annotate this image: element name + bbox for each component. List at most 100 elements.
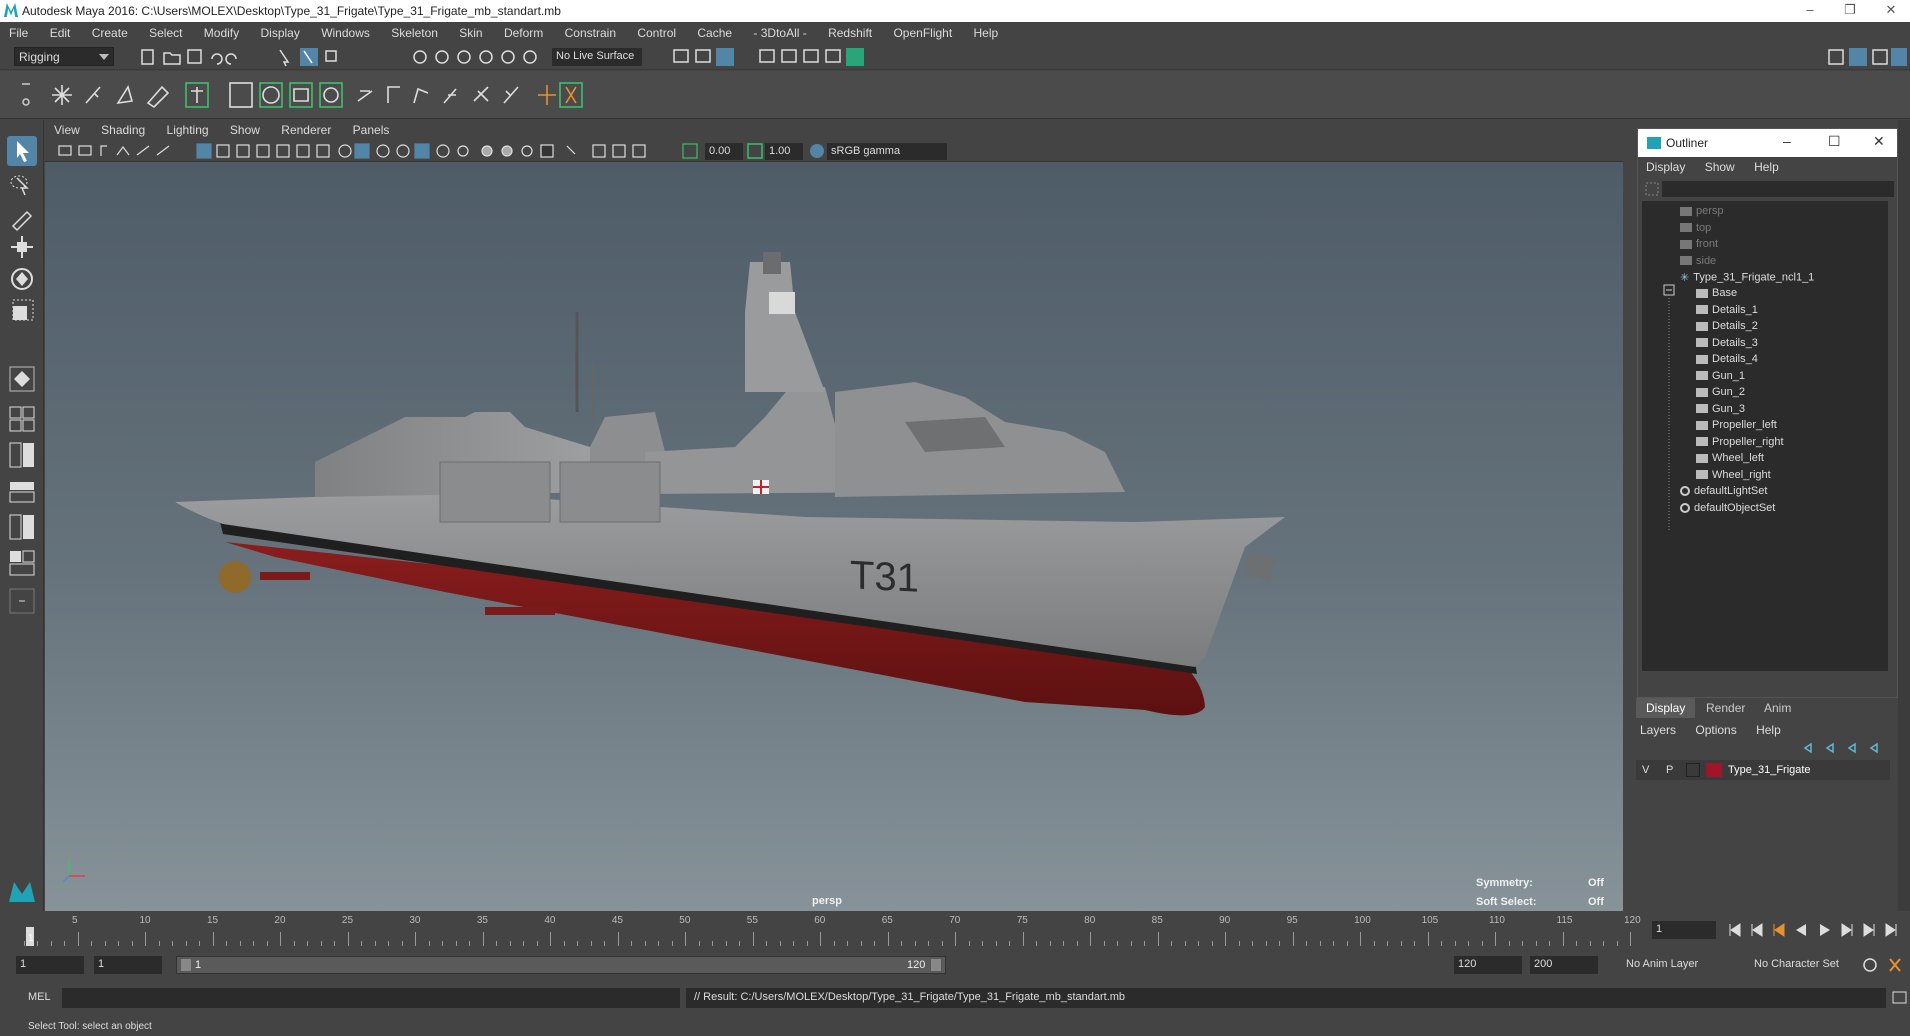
range-slider[interactable]: 1 120 [176,956,946,974]
layer-row[interactable]: V P Type_31_Frigate [1636,760,1890,780]
menu-select[interactable]: Select [140,22,191,40]
layout-single-button[interactable] [7,404,37,434]
outliner-maximize-button[interactable]: ☐ [1828,133,1841,150]
menu-display[interactable]: Display [251,22,308,40]
current-frame-field[interactable]: 1 [1652,921,1716,939]
time-slider[interactable]: 1 5 10 15 20 25 30 35 40 45 50 55 60 65 70 75 80 85 90 95 1… [20,913,1642,946]
layer-action-icons[interactable] [1797,740,1887,756]
layer-color-swatch[interactable] [1706,763,1722,777]
menu-3dtoall[interactable]: - 3DtoAll - [744,22,815,40]
move-tool-button[interactable] [7,232,37,262]
menu-file[interactable]: File [0,22,37,40]
outliner-close-button[interactable]: ✕ [1873,133,1885,150]
outliner-item-details_1[interactable]: Details_1 [1696,304,1758,322]
menu-windows[interactable]: Windows [312,22,379,40]
menu-skeleton[interactable]: Skeleton [382,22,447,40]
paint-select-tool-button[interactable] [7,202,37,232]
outliner-menu-show[interactable]: Show [1697,157,1743,174]
start-time-field[interactable]: 1 [16,956,84,974]
viewport-menu-show[interactable]: Show [221,120,269,137]
gamma-field[interactable]: 1.00 [765,143,803,160]
outliner-item-wheel_left[interactable]: Wheel_left [1696,452,1764,470]
outliner-camera-front[interactable]: front [1680,238,1718,256]
snap-tools-icons[interactable] [410,47,545,67]
channel-box-tab-strip[interactable] [1898,120,1910,911]
outliner-search-input[interactable] [1662,181,1894,197]
range-start-handle[interactable] [181,959,191,971]
anim-layer-dropdown[interactable]: No Anim Layer [1620,956,1740,974]
outliner-item-details_4[interactable]: Details_4 [1696,353,1758,371]
color-space-dropdown[interactable]: sRGB gamma [827,143,947,160]
layer-visibility-toggle[interactable]: V [1642,764,1649,776]
outliner-camera-side[interactable]: side [1680,255,1716,273]
menu-openflight[interactable]: OpenFlight [884,22,961,40]
menu-create[interactable]: Create [83,22,137,40]
workspace-icons[interactable] [1825,47,1910,67]
select-tool-button[interactable] [7,136,37,166]
layer-tab-display[interactable]: Display [1636,698,1696,718]
scale-tool-button[interactable] [7,296,37,326]
outliner-minimize-button[interactable]: – [1783,133,1791,149]
outliner-set-defaultLightSet[interactable]: defaultLightSet [1680,485,1767,503]
outliner-item-wheel_right[interactable]: Wheel_right [1696,469,1771,487]
layer-menu-options[interactable]: Options [1687,718,1744,737]
layer-playback-toggle[interactable]: P [1666,764,1673,776]
render-tools-icons[interactable] [670,46,880,68]
outliner-item-details_2[interactable]: Details_2 [1696,320,1758,338]
perspective-viewport[interactable]: T31 persp Symmetry: Off Soft Select: Off [45,162,1623,911]
outliner-item-gun_3[interactable]: Gun_3 [1696,403,1745,421]
layout-more-button[interactable] [7,586,37,616]
viewport-menu-view[interactable]: View [45,120,89,137]
outliner-item-propeller_left[interactable]: Propeller_left [1696,419,1777,437]
layout-graph-button[interactable] [7,512,37,542]
layout-outliner-button[interactable] [7,476,37,506]
shelf-settings-icon[interactable] [20,76,32,114]
outliner-item-base[interactable]: Base [1696,287,1737,305]
command-input[interactable] [62,988,680,1008]
outliner-camera-top[interactable]: top [1680,222,1711,240]
script-editor-icon[interactable] [1892,991,1908,1005]
outliner-item-gun_1[interactable]: Gun_1 [1696,370,1745,388]
layer-name[interactable]: Type_31_Frigate [1728,764,1811,776]
outliner-item-propeller_right[interactable]: Propeller_right [1696,436,1784,454]
close-button[interactable]: ✕ [1876,2,1906,20]
viewport-menu-lighting[interactable]: Lighting [158,120,218,137]
layer-menu-layers[interactable]: Layers [1632,718,1684,737]
menu-modify[interactable]: Modify [195,22,248,40]
lasso-tool-button[interactable] [7,170,37,200]
playback-start-field[interactable]: 1 [94,956,162,974]
outliner-menu-help[interactable]: Help [1746,157,1787,174]
menu-help[interactable]: Help [965,22,1008,40]
layer-menu-help[interactable]: Help [1748,718,1789,737]
playback-end-field[interactable]: 120 [1454,956,1522,974]
outliner-set-defaultObjectSet[interactable]: defaultObjectSet [1680,502,1775,520]
live-surface-field[interactable]: No Live Surface [552,48,642,66]
rigging-shelf-icons[interactable] [48,77,688,113]
rotate-tool-button[interactable] [7,264,37,294]
end-time-field[interactable]: 200 [1530,956,1598,974]
playback-buttons-icons[interactable] [1726,922,1910,938]
file-tools-icons[interactable] [140,47,390,67]
outliner-item-gun_2[interactable]: Gun_2 [1696,386,1745,404]
outliner-menu-display[interactable]: Display [1638,157,1693,174]
color-management-icon[interactable] [809,143,827,159]
outliner-filter-icon[interactable] [1644,181,1660,197]
menu-edit[interactable]: Edit [41,22,80,40]
gamma-toggle-icon[interactable] [747,143,765,159]
viewport-menu-renderer[interactable]: Renderer [272,120,340,137]
menu-cache[interactable]: Cache [688,22,741,40]
restore-button[interactable]: ❐ [1835,2,1865,20]
viewport-toolbar-icons[interactable] [57,142,737,160]
outliner-camera-persp[interactable]: persp [1680,205,1724,223]
outliner-item-details_3[interactable]: Details_3 [1696,337,1758,355]
menu-set-dropdown[interactable]: Rigging [14,47,114,66]
menu-constrain[interactable]: Constrain [556,22,625,40]
exposure-field[interactable]: 0.00 [705,143,743,160]
minimize-button[interactable]: – [1795,2,1825,20]
anim-prefs-icons[interactable] [1862,955,1910,975]
maya-home-icon[interactable] [7,876,37,906]
last-tool-button[interactable] [7,364,37,394]
layer-tab-render[interactable]: Render [1696,698,1755,718]
viewport-menu-panels[interactable]: Panels [344,120,399,137]
menu-redshift[interactable]: Redshift [819,22,881,40]
